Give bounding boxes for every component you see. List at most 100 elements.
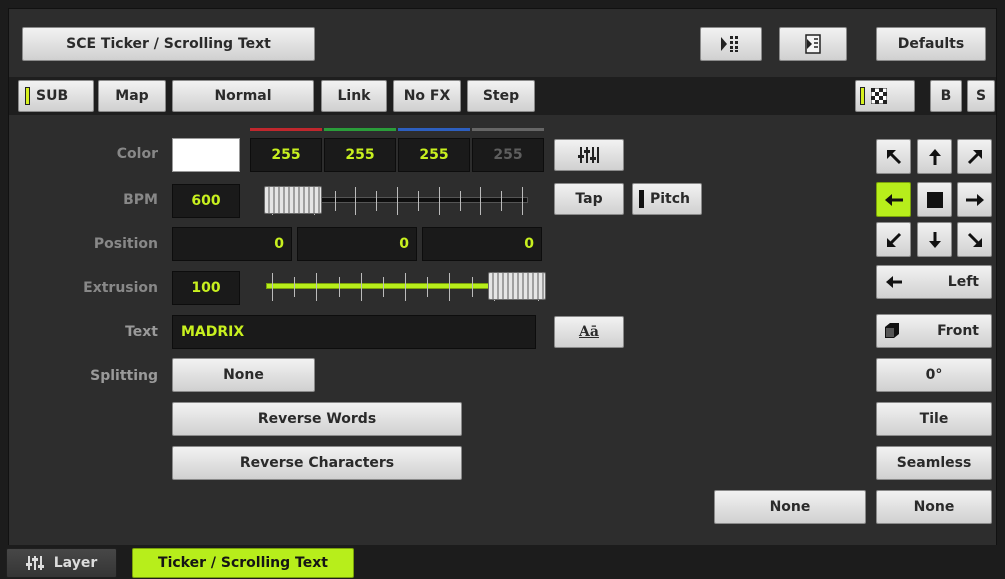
color-label: Color <box>116 146 158 162</box>
slider-tick <box>427 277 429 297</box>
position-z-field[interactable]: 0 <box>422 227 542 261</box>
arrow-down-icon <box>928 231 941 248</box>
color-controls-button[interactable] <box>554 139 624 171</box>
link-button[interactable]: Link <box>321 80 387 112</box>
faders-icon <box>578 147 599 163</box>
splitting-dropdown[interactable]: None <box>172 358 315 392</box>
blend-mode-button[interactable]: Normal <box>172 80 314 112</box>
bpm-slider[interactable] <box>264 183 530 219</box>
slider-tick <box>360 273 362 301</box>
dir-right-button[interactable] <box>957 182 992 217</box>
no-fx-button[interactable]: No FX <box>393 80 461 112</box>
red-channel-bar <box>250 128 322 131</box>
b-button[interactable]: B <box>930 80 962 112</box>
s-button[interactable]: S <box>967 80 995 112</box>
slider-tick <box>471 277 473 297</box>
slider-tick <box>382 277 384 297</box>
arrow-left-icon <box>884 193 903 206</box>
arrow-up-right-icon <box>967 149 982 164</box>
font-button[interactable]: Aā <box>554 316 624 348</box>
color-swatch[interactable] <box>172 138 240 172</box>
white-value-field[interactable]: 255 <box>472 138 544 172</box>
extrusion-slider[interactable] <box>264 269 546 305</box>
direction-label: Left <box>947 274 979 290</box>
faders-icon <box>25 556 44 570</box>
slider-tick <box>501 191 503 211</box>
dir-down-button[interactable] <box>917 222 952 257</box>
slider-tick <box>480 187 482 215</box>
slider-tick <box>438 187 440 215</box>
slider-tick <box>334 191 336 211</box>
slider-tick <box>397 187 398 215</box>
green-value-field[interactable]: 255 <box>324 138 396 172</box>
bpm-slider-knob[interactable] <box>264 186 322 214</box>
dir-down-left-button[interactable] <box>876 222 911 257</box>
sub-button[interactable]: SUB <box>18 80 94 112</box>
pitch-indicator <box>639 190 644 208</box>
reverse-characters-button[interactable]: Reverse Characters <box>172 446 462 480</box>
position-label: Position <box>93 236 158 252</box>
effect-title-button[interactable]: SCE Ticker / Scrolling Text <box>22 27 315 61</box>
stop-square-icon <box>926 191 943 208</box>
slider-tick <box>449 273 451 301</box>
reverse-words-button[interactable]: Reverse Words <box>172 402 462 436</box>
arrow-down-left-icon <box>886 232 901 247</box>
angle-dropdown[interactable]: 0° <box>876 358 992 392</box>
pitch-button[interactable]: Pitch <box>632 183 702 215</box>
slider-tick <box>355 187 357 215</box>
dir-stop-button[interactable] <box>917 182 952 217</box>
dir-up-button[interactable] <box>917 139 952 174</box>
none-b-dropdown[interactable]: None <box>876 490 992 524</box>
none-a-dropdown[interactable]: None <box>714 490 866 524</box>
arrow-left-icon <box>886 276 902 288</box>
splitting-label: Splitting <box>90 368 158 384</box>
save-preset-button[interactable] <box>779 27 847 61</box>
checker-button[interactable] <box>855 80 915 112</box>
slider-tick <box>338 277 340 297</box>
effect-tab[interactable]: Ticker / Scrolling Text <box>132 548 354 578</box>
direction-dropdown[interactable]: Left <box>876 265 992 299</box>
checkerboard-icon <box>871 88 887 104</box>
look-label: Front <box>937 323 979 339</box>
sub-label: SUB <box>36 88 69 104</box>
slider-tick <box>376 191 378 211</box>
dir-up-left-button[interactable] <box>876 139 911 174</box>
arrow-up-icon <box>928 148 941 165</box>
load-preset-button[interactable] <box>700 27 762 61</box>
position-y-field[interactable]: 0 <box>297 227 417 261</box>
bpm-label: BPM <box>123 192 158 208</box>
layer-tab[interactable]: Layer <box>6 548 117 578</box>
slider-tick <box>405 273 406 301</box>
checker-indicator <box>860 87 865 105</box>
dir-down-right-button[interactable] <box>957 222 992 257</box>
cube-icon <box>885 323 899 338</box>
extrusion-field[interactable]: 100 <box>172 271 240 305</box>
red-value-field[interactable]: 255 <box>250 138 322 172</box>
blue-value-field[interactable]: 255 <box>398 138 470 172</box>
dir-left-button[interactable] <box>876 182 911 217</box>
bpm-field[interactable]: 600 <box>172 184 240 218</box>
white-channel-bar <box>472 128 544 131</box>
text-input[interactable]: MADRIX <box>172 315 536 349</box>
tile-button[interactable]: Tile <box>876 402 992 436</box>
tap-button[interactable]: Tap <box>554 183 624 215</box>
extrusion-slider-knob[interactable] <box>488 272 546 300</box>
position-x-field[interactable]: 0 <box>172 227 292 261</box>
arrow-down-right-icon <box>967 232 982 247</box>
slider-tick <box>272 273 273 301</box>
slider-tick <box>417 191 419 211</box>
dir-up-right-button[interactable] <box>957 139 992 174</box>
green-channel-bar <box>324 128 396 131</box>
load-icon <box>721 36 738 52</box>
blue-channel-bar <box>398 128 470 131</box>
arrow-right-icon <box>965 193 984 206</box>
sub-indicator <box>25 87 30 105</box>
text-label: Text <box>125 324 158 340</box>
look-dropdown[interactable]: Front <box>876 314 992 348</box>
pitch-label: Pitch <box>650 191 691 207</box>
defaults-button[interactable]: Defaults <box>876 27 986 61</box>
step-button[interactable]: Step <box>467 80 535 112</box>
seamless-button[interactable]: Seamless <box>876 446 992 480</box>
map-button[interactable]: Map <box>98 80 166 112</box>
extrusion-label: Extrusion <box>83 280 158 296</box>
